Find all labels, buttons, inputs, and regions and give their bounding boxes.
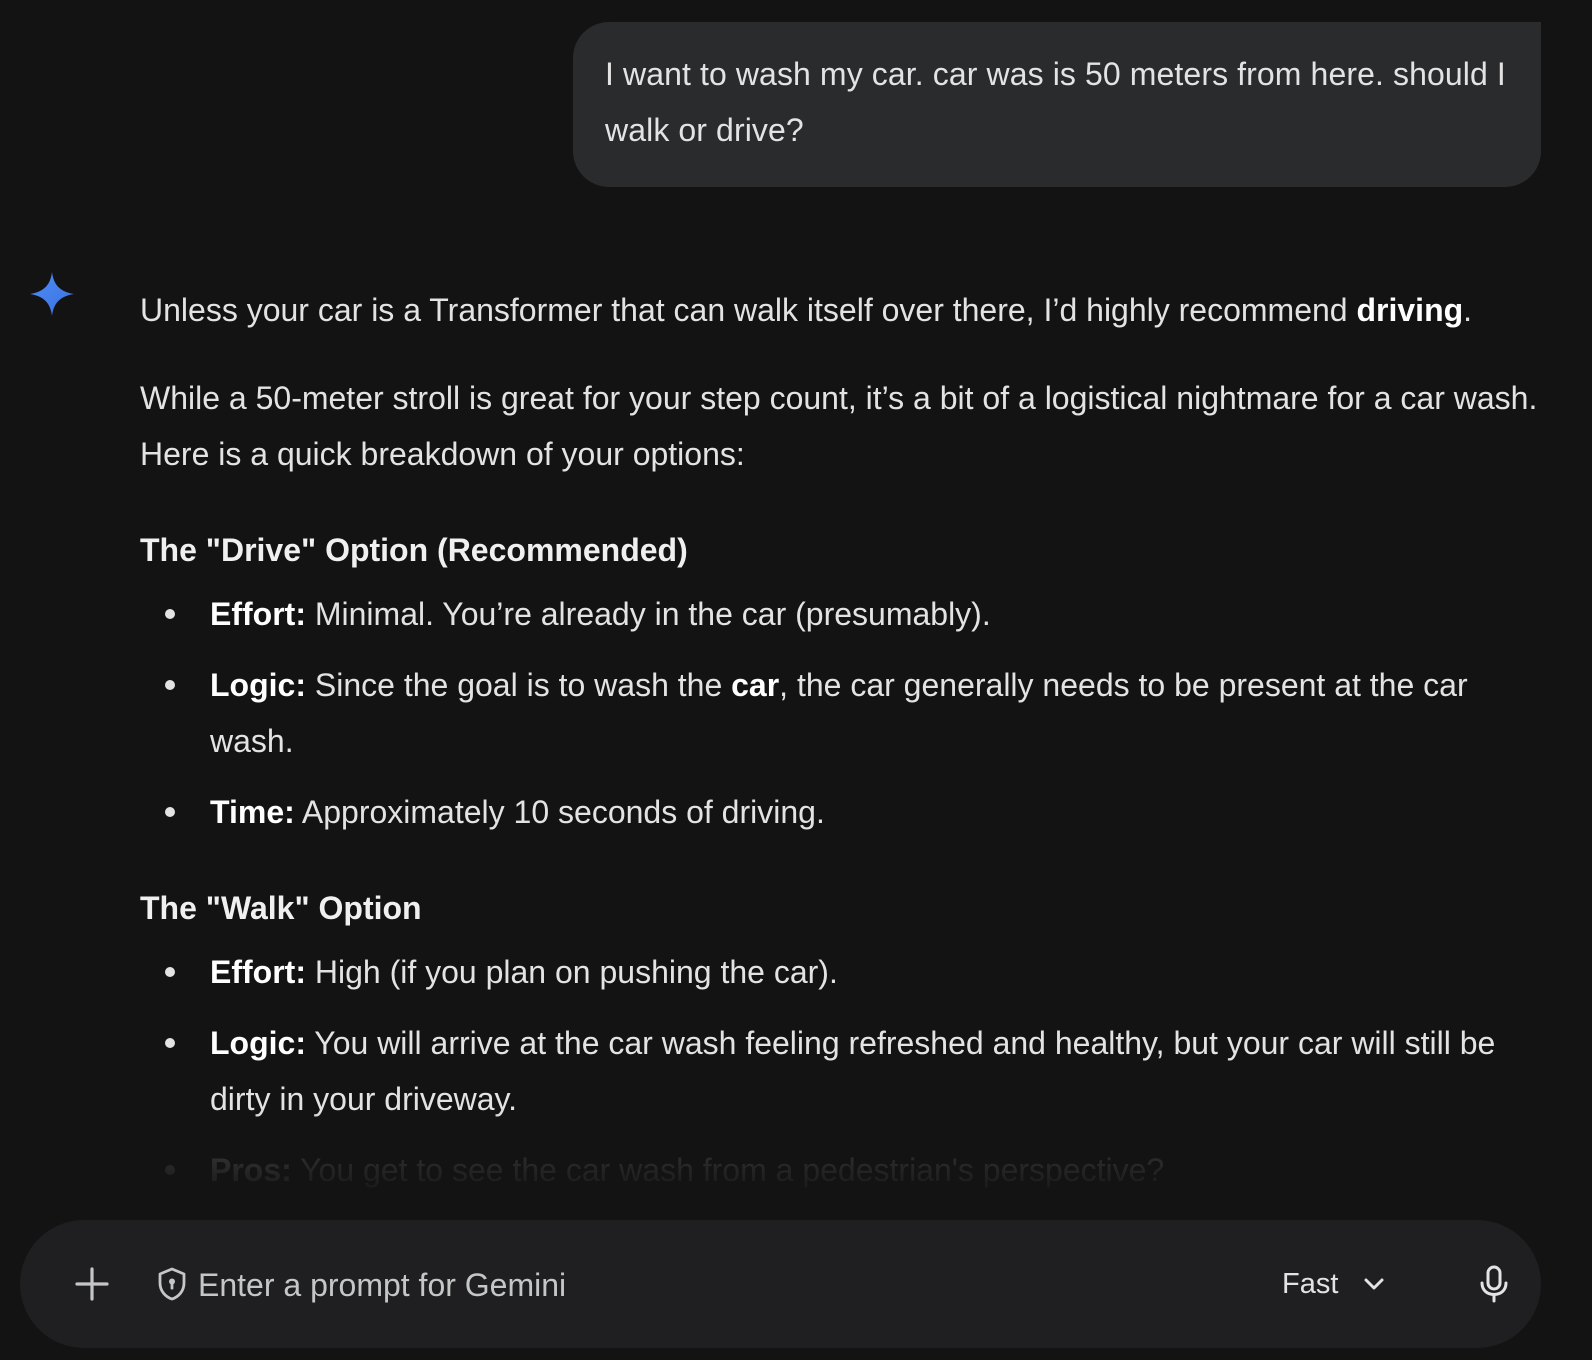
item-text: You get to see the car wash from a pedes… [291, 1152, 1165, 1188]
list-item: Effort: Minimal. You’re already in the c… [140, 586, 1540, 642]
intro-text: Unless your car is a Transformer that ca… [140, 292, 1357, 328]
bullet-dot [165, 609, 175, 619]
prompt-input[interactable] [196, 1254, 1200, 1316]
gemini-star-icon [30, 272, 74, 316]
bullet-dot [165, 967, 175, 977]
model-selector[interactable]: Fast [1282, 1254, 1388, 1314]
bullet-dot [165, 680, 175, 690]
item-text: Minimal. You’re already in the car (pres… [305, 596, 991, 632]
item-text: High (if you plan on pushing the car). [305, 954, 838, 990]
user-message-text: I want to wash my car. car was is 50 met… [605, 56, 1506, 148]
item-label: Effort: [210, 954, 306, 990]
bullet-dot [165, 1165, 175, 1175]
item-label: Logic: [210, 1025, 306, 1061]
model-selector-label: Fast [1282, 1267, 1339, 1300]
response-paragraph: While a 50-meter stroll is great for you… [140, 380, 1538, 472]
item-label: Logic: [210, 667, 306, 703]
plus-icon[interactable] [68, 1260, 116, 1308]
microphone-icon[interactable] [1472, 1262, 1516, 1306]
item-text: Since the goal is to wash the [305, 667, 732, 703]
list-item: Time: Approximately 10 seconds of drivin… [140, 784, 1540, 840]
user-message-bubble: I want to wash my car. car was is 50 met… [573, 22, 1541, 187]
item-bold: car [731, 667, 780, 703]
walk-option-list: Effort: High (if you plan on pushing the… [140, 944, 1540, 1198]
list-item: Pros: You get to see the car wash from a… [140, 1142, 1540, 1198]
section-heading-walk: The "Walk" Option [140, 890, 422, 926]
list-item: Effort: High (if you plan on pushing the… [140, 944, 1540, 1000]
item-label: Effort: [210, 596, 306, 632]
item-text: Approximately 10 seconds of driving. [294, 794, 825, 830]
prompt-bar: Fast [20, 1220, 1541, 1348]
bullet-dot [165, 807, 175, 817]
list-item: Logic: You will arrive at the car wash f… [140, 1015, 1540, 1127]
list-item: Logic: Since the goal is to wash the car… [140, 657, 1540, 769]
drive-option-list: Effort: Minimal. You’re already in the c… [140, 586, 1540, 840]
model-response: Unless your car is a Transformer that ca… [140, 282, 1540, 1213]
section-heading-drive: The "Drive" Option (Recommended) [140, 532, 688, 568]
chat-window: I want to wash my car. car was is 50 met… [0, 0, 1592, 1360]
bullet-dot [165, 1038, 175, 1048]
intro-end: . [1463, 292, 1473, 328]
shield-icon [158, 1267, 186, 1301]
response-intro: Unless your car is a Transformer that ca… [140, 282, 1540, 338]
item-label: Pros: [210, 1152, 292, 1188]
item-label: Time: [210, 794, 295, 830]
intro-bold: driving [1356, 292, 1464, 328]
chevron-down-icon [1364, 1278, 1384, 1290]
item-text: You will arrive at the car wash feeling … [210, 1025, 1496, 1117]
